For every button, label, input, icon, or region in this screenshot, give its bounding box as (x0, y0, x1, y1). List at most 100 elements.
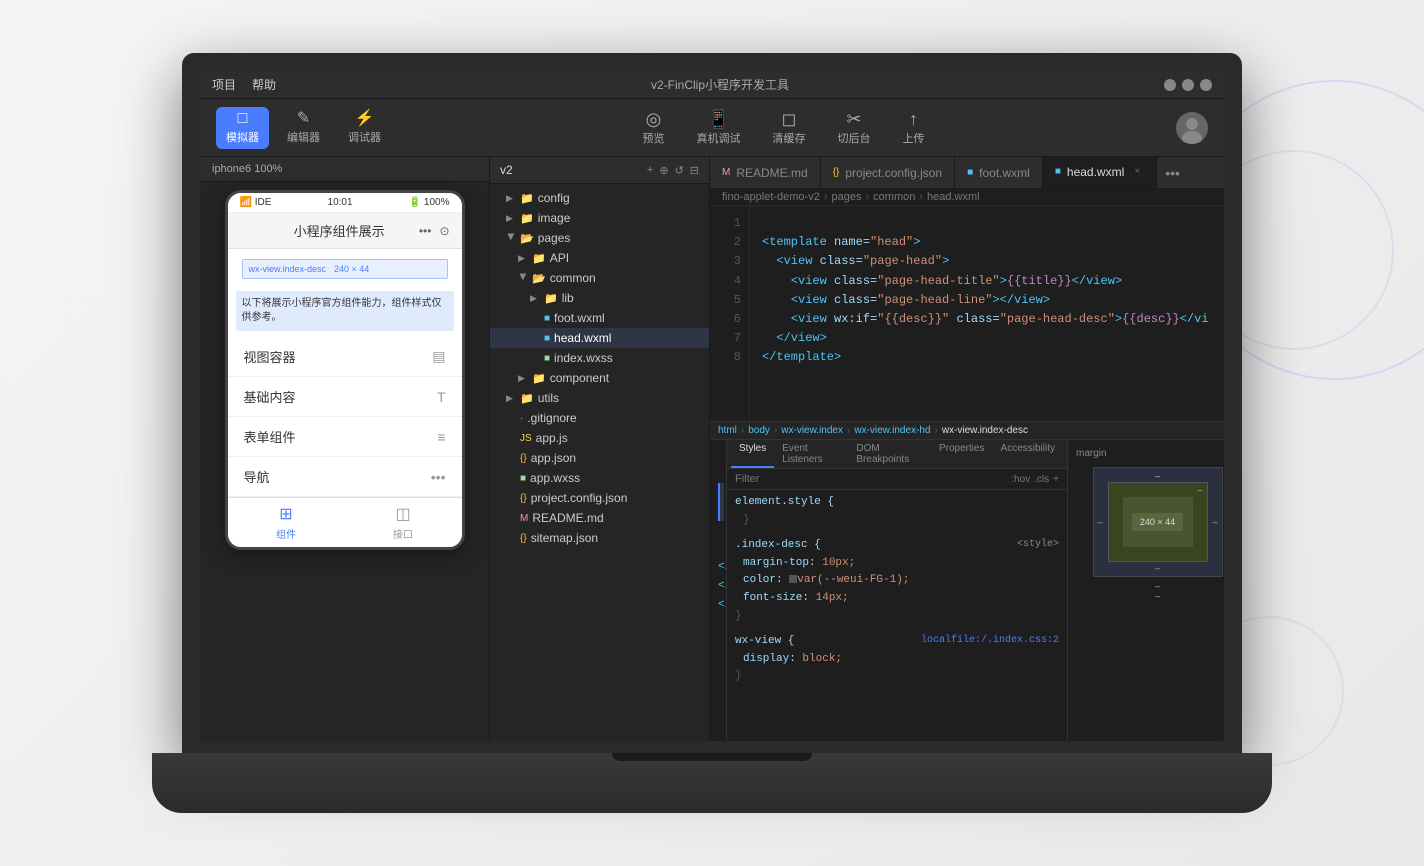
styles-panel: Styles Event Listeners DOM Breakpoints P… (727, 440, 1067, 741)
tree-file-app-wxss[interactable]: ▶ ■ app.wxss (490, 468, 709, 488)
phone-nav-home-icon[interactable]: ⊙ (439, 224, 449, 238)
tree-file-app-json[interactable]: ▶ {} app.json (490, 448, 709, 468)
tab-foot-wxml[interactable]: ■ foot.wxml (955, 157, 1043, 188)
dom-crumb-body[interactable]: body (748, 425, 770, 436)
phone-desc-area: 以下将展示小程序官方组件能力，组件样式仅供参考。 (236, 291, 454, 331)
phone-content: wx-view.index-desc 240 × 44 以下将展示小程序官方组件… (228, 249, 462, 497)
phone-menu-item-4[interactable]: 导航 ••• (228, 457, 462, 497)
folder-icon: 📁 (532, 372, 546, 385)
phone-nav-more-icon[interactable]: ••• (419, 224, 432, 238)
file-panel-header: v2 + ⊕ ↺ ⊟ (490, 157, 709, 184)
folder-icon: 📁 (520, 392, 534, 405)
dom-crumb-index-hd[interactable]: wx-view.index-hd (854, 425, 930, 436)
phone-menu-item-3[interactable]: 表单组件 ≡ (228, 417, 462, 457)
phone-bottom-nav: ⊞ 组件 ◫ 接口 (228, 497, 462, 547)
toolbar-left-group: □ 模拟器 ✎ 编辑器 ⚡ 调试器 (216, 107, 391, 149)
box-dim-bottom: – (1155, 591, 1160, 601)
box-model-diagram: – – 240 × 44 – – (1093, 467, 1223, 577)
folder-icon: 📁 (544, 292, 558, 305)
box-margin-top: – (1155, 471, 1160, 481)
breadcrumb-item-2[interactable]: pages (832, 191, 862, 203)
wxml-file-icon: ■ (544, 313, 550, 324)
dom-breakpoints-tab[interactable]: DOM Breakpoints (848, 440, 931, 468)
phone-device: 📶 IDE 10:01 🔋 100% 小程序组件展示 ••• ⊙ (225, 190, 465, 550)
tree-folder-utils[interactable]: ▶ 📁 utils (490, 388, 709, 408)
new-file-icon[interactable]: + (647, 164, 653, 177)
phone-tab-component[interactable]: ⊞ 组件 (228, 498, 345, 547)
menu-item-help[interactable]: 帮助 (252, 76, 276, 93)
accessibility-tab[interactable]: Accessibility (993, 440, 1063, 468)
event-listeners-tab[interactable]: Event Listeners (774, 440, 848, 468)
tree-file-app-js[interactable]: ▶ JS app.js (490, 428, 709, 448)
tree-file-foot-wxml[interactable]: ▶ ■ foot.wxml (490, 308, 709, 328)
file-tree-panel: v2 + ⊕ ↺ ⊟ ▶ 📁 config (490, 157, 710, 741)
wxml-icon: ■ (967, 167, 973, 178)
preview-action[interactable]: ◎ 预览 (635, 106, 673, 150)
styles-tab[interactable]: Styles (731, 440, 774, 468)
tree-folder-image[interactable]: ▶ 📁 image (490, 208, 709, 228)
tree-file-sitemap[interactable]: ▶ {} sitemap.json (490, 528, 709, 548)
arrow-icon: ▶ (506, 213, 516, 224)
hover-hint[interactable]: :hov (1011, 474, 1030, 485)
tree-folder-pages[interactable]: ▶ 📂 pages (490, 228, 709, 248)
dom-crumb-index[interactable]: wx-view.index (781, 425, 843, 436)
dom-tree-area[interactable]: <wx-image class="index-logo" src="../res… (710, 440, 727, 741)
refresh-icon[interactable]: ↺ (675, 164, 684, 177)
json-file-icon: {} (520, 493, 527, 504)
minimize-button[interactable] (1164, 79, 1176, 91)
file-panel-actions: + ⊕ ↺ ⊟ (647, 164, 699, 177)
dom-line-eq: view> == $0 (718, 502, 724, 521)
user-avatar[interactable] (1176, 112, 1208, 144)
tree-folder-api[interactable]: ▶ 📁 API (490, 248, 709, 268)
style-content[interactable]: element.style { } .index-desc { <style> (727, 490, 1067, 741)
menu-item-project[interactable]: 项目 (212, 76, 236, 93)
tab-readme[interactable]: M README.md (710, 157, 821, 188)
breadcrumb-item-3[interactable]: common (873, 191, 915, 203)
phone-menu-item-1[interactable]: 视图容器 ▤ (228, 337, 462, 377)
tree-file-index-wxss[interactable]: ▶ ■ index.wxss (490, 348, 709, 368)
new-folder-icon[interactable]: ⊕ (659, 164, 668, 177)
tree-file-gitignore[interactable]: ▶ · .gitignore (490, 408, 709, 428)
dom-crumb-html[interactable]: html (718, 425, 737, 436)
devtools-panel: html › body › wx-view.index › wx-view.in… (710, 421, 1224, 741)
real-debug-action[interactable]: 📱 真机调试 (689, 106, 749, 150)
arrow-down-icon: ▶ (506, 233, 517, 243)
upload-label: 上传 (903, 130, 925, 146)
tree-file-head-wxml[interactable]: ▶ ■ head.wxml (490, 328, 709, 348)
simulator-button[interactable]: □ 模拟器 (216, 107, 269, 149)
tree-folder-config[interactable]: ▶ 📁 config (490, 188, 709, 208)
debug-button[interactable]: ⚡ 调试器 (338, 107, 391, 149)
phone-menu-item-2[interactable]: 基础内容 T (228, 377, 462, 417)
tab-head-wxml[interactable]: ■ head.wxml × (1043, 157, 1157, 188)
class-hint[interactable]: .cls (1034, 474, 1049, 485)
code-content[interactable]: <template name="head"> <view class="page… (750, 206, 1224, 421)
upload-action[interactable]: ↑ 上传 (895, 106, 933, 150)
tab-project-config[interactable]: {} project.config.json (821, 157, 955, 188)
tree-folder-component[interactable]: ▶ 📁 component (490, 368, 709, 388)
wx-view-block: wx-view { localfile:/.index.css:2 displa… (735, 633, 1059, 686)
tab-close-icon[interactable]: × (1130, 165, 1144, 179)
tree-folder-lib[interactable]: ▶ 📁 lib (490, 288, 709, 308)
cut-backend-action[interactable]: ✂ 切后台 (830, 106, 879, 150)
close-button[interactable] (1200, 79, 1212, 91)
tree-folder-common[interactable]: ▶ 📂 common (490, 268, 709, 288)
wxml-icon: ■ (1055, 166, 1061, 177)
breadcrumb-item-1[interactable]: fino-applet-demo-v2 (722, 191, 820, 203)
editor-button[interactable]: ✎ 编辑器 (277, 107, 330, 149)
dom-selected-line[interactable]: <wx-view class="index-desc">以下将展示小程序官方组件… (718, 483, 724, 502)
simulator-panel: iphone6 100% 📶 IDE 10:01 🔋 100% 小程序组件展示 (200, 157, 490, 741)
code-editor-area: 12345678 <template name="head"> <view cl… (710, 206, 1224, 421)
style-filter-input[interactable] (735, 473, 1011, 485)
tree-file-project-config[interactable]: ▶ {} project.config.json (490, 488, 709, 508)
collapse-icon[interactable]: ⊟ (690, 164, 699, 177)
clear-cache-action[interactable]: ◻ 清缓存 (765, 106, 814, 150)
phone-tab-interface[interactable]: ◫ 接口 (345, 498, 462, 547)
nav-icon: ••• (431, 469, 446, 485)
add-style-hint[interactable]: + (1053, 474, 1059, 485)
properties-tab[interactable]: Properties (931, 440, 993, 468)
phone-nav-icons: ••• ⊙ (419, 224, 450, 238)
maximize-button[interactable] (1182, 79, 1194, 91)
status-time: 10:01 (328, 197, 353, 208)
tree-file-readme[interactable]: ▶ M README.md (490, 508, 709, 528)
tab-more-button[interactable]: ••• (1157, 165, 1188, 181)
